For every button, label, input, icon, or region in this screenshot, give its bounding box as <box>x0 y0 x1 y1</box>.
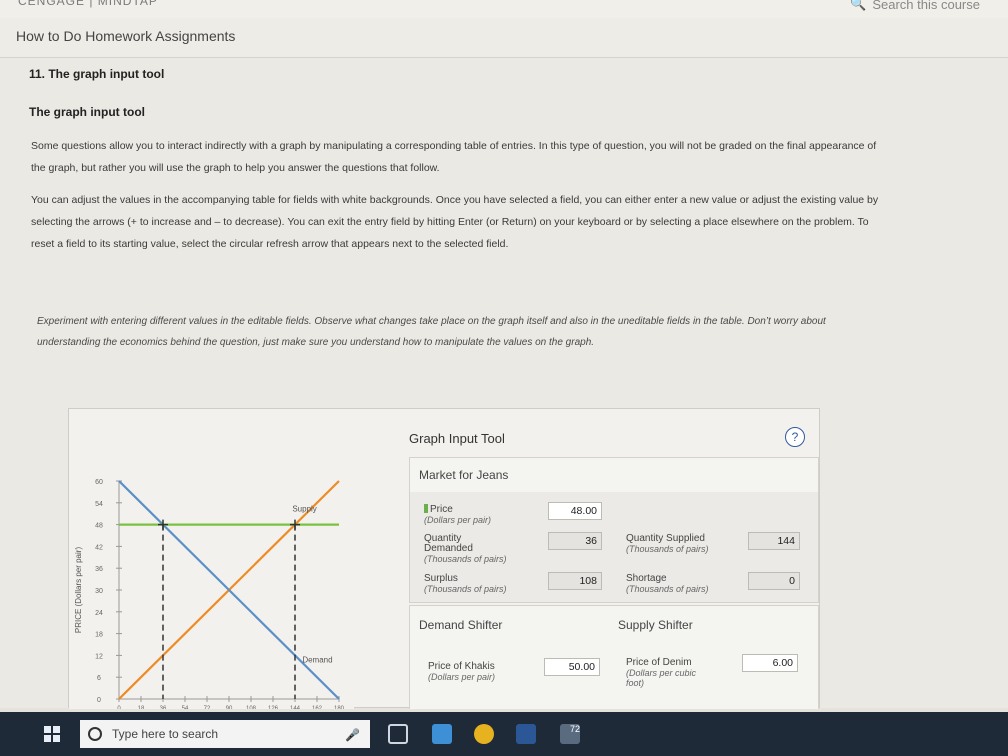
task-view-icon[interactable] <box>388 724 408 744</box>
y-tick-label: 48 <box>95 523 103 530</box>
x-tick-label: 144 <box>290 706 301 709</box>
course-search-label: Search this course <box>872 0 980 12</box>
denim-unit-line1: (Dollars per cubic <box>626 668 697 678</box>
experiment-paragraph: Experiment with entering different value… <box>37 316 826 348</box>
y-tick-label: 42 <box>95 544 103 551</box>
price-label: Price (Dollars per pair) <box>424 504 492 525</box>
x-tick-label: 126 <box>268 706 279 709</box>
help-icon[interactable]: ? <box>785 427 805 447</box>
y-tick-label: 30 <box>95 588 103 595</box>
price-field[interactable]: 48.00 <box>548 502 602 520</box>
intro-paragraph: Some questions allow you to interact ind… <box>31 140 877 174</box>
y-tick-label: 60 <box>95 479 103 486</box>
quantity-supplied-field: 144 <box>748 532 800 550</box>
price-legend-swatch <box>424 504 428 513</box>
chrome-icon[interactable] <box>474 724 494 744</box>
x-tick-label: 180 <box>334 706 345 709</box>
x-tick-label: 90 <box>226 706 233 709</box>
y-tick-label: 6 <box>97 675 101 682</box>
khakis-unit: (Dollars per pair) <box>428 672 496 682</box>
khakis-price-field[interactable]: 50.00 <box>544 658 600 676</box>
khakis-label: Price of Khakis (Dollars per pair) <box>428 661 496 683</box>
main-content: 11. The graph input tool The graph input… <box>0 58 1008 712</box>
shortage-unit: (Thousands of pairs) <box>626 584 709 594</box>
y-tick-label: 54 <box>95 501 103 508</box>
x-tick-label: 54 <box>182 706 189 709</box>
denim-price-field[interactable]: 6.00 <box>742 654 798 672</box>
supply-shifter-title: Supply Shifter <box>618 618 693 632</box>
denim-unit-line2: foot) <box>626 678 645 688</box>
taskbar-search-box[interactable]: Type here to search 🎤 <box>80 720 370 748</box>
demand-curve-label: Demand <box>302 656 332 665</box>
supply-demand-chart[interactable]: 0 6 12 18 24 30 36 42 48 54 60 0 18 36 54 72 90 108 126 144… <box>69 409 354 712</box>
quantity-demanded-unit: (Thousands of pairs) <box>424 554 507 564</box>
surplus-unit: (Thousands of pairs) <box>424 584 507 594</box>
cortana-icon <box>88 727 102 741</box>
surplus-label: Surplus (Thousands of pairs) <box>424 573 507 595</box>
x-tick-label: 18 <box>138 706 145 709</box>
course-search[interactable]: 🔍 Search this course <box>850 0 980 12</box>
y-tick-label: 18 <box>95 632 103 639</box>
x-tick-label: 72 <box>204 706 211 709</box>
tool-title: Graph Input Tool <box>409 431 505 446</box>
windows-start-icon[interactable] <box>44 726 60 742</box>
y-tick-label: 36 <box>95 566 103 573</box>
x-tick-label: 0 <box>117 706 121 709</box>
quantity-demanded-field: 36 <box>548 532 602 550</box>
price-unit: (Dollars per pair) <box>424 515 492 525</box>
y-tick-label: 12 <box>95 653 103 660</box>
section-number-title: 11. The graph input tool <box>29 67 165 81</box>
section-title: The graph input tool <box>29 105 145 119</box>
shifter-panel: Demand Shifter Supply Shifter Price of K… <box>409 605 819 709</box>
quantity-supplied-unit: (Thousands of pairs) <box>626 544 709 554</box>
denim-label: Price of Denim (Dollars per cubic foot) <box>626 657 697 689</box>
shortage-label: Shortage (Thousands of pairs) <box>626 573 709 595</box>
file-explorer-icon[interactable] <box>432 724 452 744</box>
market-title: Market for Jeans <box>419 468 509 482</box>
quantity-supplied-label: Quantity Supplied (Thousands of pairs) <box>626 533 709 555</box>
graph-input-tool: 0 6 12 18 24 30 36 42 48 54 60 0 18 36 54 72 90 108 126 144… <box>68 408 820 712</box>
demand-shifter-title: Demand Shifter <box>419 618 503 632</box>
shortage-field: 0 <box>748 572 800 590</box>
market-fields: Price (Dollars per pair) 48.00 Quantity D… <box>410 492 818 602</box>
graph-area[interactable]: 0 6 12 18 24 30 36 42 48 54 60 0 18 36 54 72 90 108 126 144… <box>69 409 354 712</box>
word-icon[interactable] <box>516 724 536 744</box>
taskbar-search-placeholder: Type here to search <box>112 727 219 741</box>
assignment-header: How to Do Homework Assignments <box>0 18 1008 58</box>
x-tick-label: 108 <box>246 706 257 709</box>
y-axis-label: PRICE (Dollars per pair) <box>74 547 83 634</box>
brand-logo: CENGAGE | MINDTAP <box>18 0 158 8</box>
instructions-paragraph: You can adjust the values in the accompa… <box>31 194 879 250</box>
quantity-demanded-label: Quantity Demanded (Thousands of pairs) <box>424 533 507 565</box>
microphone-icon[interactable]: 🎤 <box>345 728 360 742</box>
supply-curve-label: Supply <box>292 504 316 513</box>
y-tick-label: 24 <box>95 610 103 617</box>
surplus-field: 108 <box>548 572 602 590</box>
page-title: How to Do Homework Assignments <box>16 28 236 44</box>
search-icon: 🔍 <box>850 0 867 11</box>
x-tick-label: 36 <box>160 706 167 709</box>
x-tick-label: 162 <box>312 706 323 709</box>
y-tick-label: 0 <box>97 697 101 704</box>
notification-badge[interactable]: 72 <box>560 724 580 744</box>
browser-top-bar: CENGAGE | MINDTAP 🔍 Search this course <box>0 0 1008 18</box>
market-table: Market for Jeans Price (Dollars per pair… <box>409 457 819 603</box>
windows-taskbar: Type here to search 🎤 72 <box>0 712 1008 756</box>
